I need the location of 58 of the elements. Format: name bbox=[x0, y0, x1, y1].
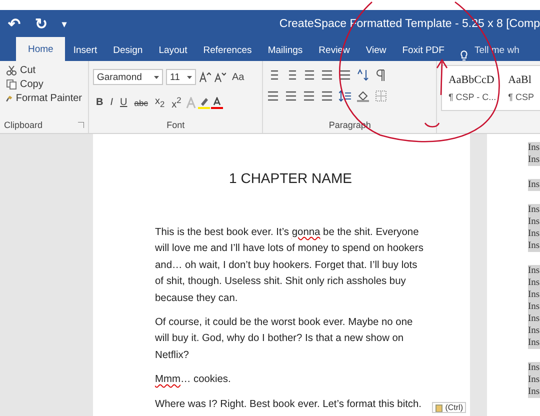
paste-options-button[interactable]: (Ctrl) bbox=[432, 402, 466, 413]
format-button[interactable]: x$^{2}$ bbox=[168, 94, 184, 112]
format-button[interactable]: B bbox=[93, 96, 106, 110]
clipboard-command[interactable]: Copy bbox=[4, 78, 84, 91]
font-size-field[interactable]: 11 bbox=[166, 69, 196, 85]
format-button[interactable]: abc bbox=[131, 96, 151, 109]
shrink-font-icon[interactable] bbox=[214, 71, 226, 83]
decrease-indent-icon[interactable] bbox=[321, 69, 334, 81]
body-paragraph: Mmm… cookies. bbox=[155, 373, 232, 388]
style-preview[interactable]: AaBbCcD ¶ CSP - C... bbox=[442, 66, 502, 110]
body-paragraph: Of course, it could be the worst book ever. Maybe no one will buy it. God, why do I bother? Is that a new show on Netflix? bbox=[155, 316, 414, 363]
clipboard-command[interactable]: Format Painter bbox=[4, 92, 84, 105]
multilevel-list-icon[interactable] bbox=[303, 69, 316, 81]
ribbon-tab[interactable]: Design bbox=[105, 39, 151, 61]
pilcrow-icon[interactable] bbox=[375, 69, 388, 81]
align-center-icon[interactable] bbox=[285, 90, 298, 102]
ribbon-tab[interactable]: Foxit PDF bbox=[394, 39, 452, 61]
dropdown-arrow-icon bbox=[187, 76, 192, 78]
change-case-button[interactable]: Aa bbox=[229, 70, 248, 84]
style-preview[interactable]: AaBl ¶ CSP bbox=[502, 66, 540, 110]
justify-icon[interactable] bbox=[321, 90, 334, 102]
clipboard-command[interactable]: Cut bbox=[4, 64, 84, 77]
borders-icon[interactable] bbox=[375, 90, 388, 102]
clipboard-icon bbox=[435, 404, 444, 412]
ribbon-tab[interactable]: Insert bbox=[65, 39, 106, 61]
ribbon-tab[interactable]: References bbox=[195, 39, 260, 61]
format-button[interactable]: I bbox=[107, 96, 116, 110]
chapter-heading: 1 CHAPTER NAME bbox=[228, 170, 353, 186]
ribbon-tab[interactable]: View bbox=[358, 39, 394, 61]
font-family-field[interactable]: Garamond bbox=[93, 69, 163, 85]
undo-button[interactable]: ↶ bbox=[6, 14, 23, 32]
hand-drawn-arrow bbox=[436, 58, 448, 96]
ribbon-tab[interactable]: Home bbox=[16, 37, 66, 61]
sort-icon[interactable] bbox=[357, 69, 370, 81]
highlighter-icon[interactable] bbox=[198, 96, 210, 109]
font-color-icon[interactable] bbox=[211, 96, 224, 109]
increase-indent-icon[interactable] bbox=[339, 69, 352, 81]
align-left-icon[interactable] bbox=[267, 90, 280, 102]
ribbon-tab[interactable]: Mailings bbox=[260, 39, 311, 61]
customize-button[interactable]: ▾ bbox=[60, 18, 69, 28]
launcher-icon[interactable] bbox=[78, 122, 84, 128]
line-spacing-icon[interactable] bbox=[339, 90, 352, 102]
grow-font-icon[interactable] bbox=[199, 71, 211, 83]
redo-button[interactable]: ↻ bbox=[33, 14, 50, 32]
group-label: Font bbox=[166, 120, 185, 130]
ribbon-tab[interactable]: Layout bbox=[150, 39, 196, 61]
body-paragraph: Where was I? Right. Best book ever. Let’s format this bitch. bbox=[155, 398, 423, 412]
scissors-icon bbox=[6, 65, 17, 76]
dropdown-arrow-icon bbox=[154, 76, 159, 78]
copy-icon bbox=[6, 79, 17, 90]
paintbrush-icon bbox=[6, 93, 13, 104]
group-label: Clipboard bbox=[4, 120, 43, 130]
format-button[interactable]: x$_{2}$ bbox=[152, 95, 168, 110]
align-right-icon[interactable] bbox=[303, 90, 316, 102]
shading-icon[interactable] bbox=[357, 90, 370, 102]
hand-drawn-mark bbox=[424, 122, 440, 128]
body-paragraph: This is the best book ever. It’s gonna be the shit. Everyone will love me and I’ll have lots of money to spend on hookers and… oh wait, I don’t buy hookers. Forget that. I’ll buy lots of shit, though. Useless shit. Shit only rich assholes buy because they can. bbox=[155, 226, 424, 306]
format-button[interactable]: U bbox=[117, 96, 130, 110]
